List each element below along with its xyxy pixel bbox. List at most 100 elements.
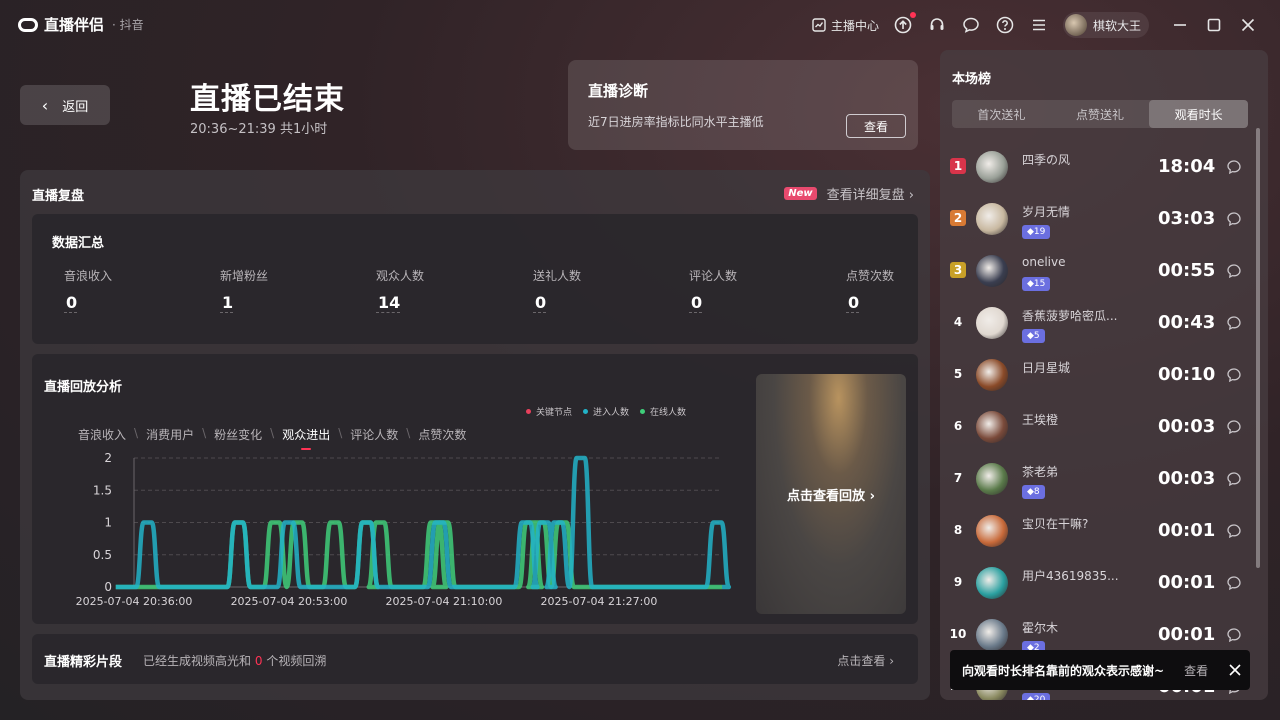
stat-item[interactable]: 点赞次数 0 [846, 267, 894, 313]
detail-review-link[interactable]: New 查看详细复盘 › [784, 184, 914, 203]
viewer-name: 日月星城 [1022, 361, 1071, 375]
diagnosis-view-button[interactable]: 查看 [846, 114, 906, 138]
close-icon[interactable] [1228, 663, 1242, 677]
ranking-row[interactable]: 2 岁月无情 ◆ 19 03:03 [940, 194, 1250, 246]
viewer-avatar[interactable] [976, 255, 1008, 287]
ranking-row[interactable]: 8 宝贝在干嘛? 00:01 [940, 506, 1250, 558]
data-summary-card: 数据汇总 音浪收入 0 新增粉丝 1 观众人数 14 送礼人数 0 评论人数 0… [32, 214, 918, 344]
viewer-avatar[interactable] [976, 151, 1008, 183]
live-time-range: 20:36~21:39 共1小时 [190, 122, 328, 137]
stat-item[interactable]: 送礼人数 0 [533, 267, 581, 313]
chat-icon[interactable] [1226, 315, 1242, 331]
stat-item[interactable]: 音浪收入 0 [64, 267, 112, 313]
help-button[interactable] [995, 15, 1015, 35]
stat-label: 观众人数 [376, 269, 425, 283]
back-button[interactable]: ‹ 返回 [20, 85, 110, 125]
ranking-scrollbar[interactable] [1256, 128, 1260, 568]
chat-icon[interactable] [1226, 419, 1242, 435]
watch-time: 00:01 [1158, 520, 1216, 541]
minimize-button[interactable] [1163, 0, 1197, 50]
viewer-avatar[interactable] [976, 515, 1008, 547]
audience-line-chart: 0 0.5 1 1.5 2 2025-07-04 20:36:00 2025-07-04 2… [76, 451, 732, 608]
viewer-name: 王埃橙 [1022, 413, 1059, 427]
stat-label: 评论人数 [689, 269, 738, 283]
ranking-row[interactable]: 5 日月星城 00:10 [940, 350, 1250, 402]
stat-value: 0 [846, 293, 860, 313]
summary-title: 数据汇总 [52, 236, 105, 251]
upload-button[interactable] [893, 12, 916, 35]
close-icon [1241, 18, 1255, 32]
rank-number: 8 [953, 523, 963, 537]
tab-like-gift[interactable]: 点赞送礼 [1051, 100, 1150, 128]
stat-item[interactable]: 观众人数 14 [376, 267, 424, 313]
viewer-avatar[interactable] [976, 411, 1008, 443]
viewer-name: 茶老弟 [1022, 465, 1059, 479]
watch-time: 00:10 [1158, 364, 1216, 385]
replay-thumb-label: 点击查看回放 › [787, 488, 875, 504]
studio-center-button[interactable]: 主播中心 [812, 17, 879, 34]
rank-number: 4 [953, 315, 963, 329]
viewer-avatar[interactable] [976, 307, 1008, 339]
chat-icon[interactable] [1226, 211, 1242, 227]
ranking-row[interactable]: 1 四季の风 18:04 [940, 142, 1250, 194]
viewer-avatar[interactable] [976, 463, 1008, 495]
close-button[interactable] [1231, 0, 1265, 50]
rank-number: 3 [950, 262, 966, 278]
tab-first-gift[interactable]: 首次送礼 [952, 100, 1051, 128]
stat-value: 0 [64, 293, 78, 313]
chat-icon[interactable] [1226, 627, 1242, 643]
minimize-icon [1174, 24, 1186, 26]
page-title: 直播已结束 [190, 82, 345, 117]
fan-level-badge: ◆ 15 [1022, 277, 1051, 291]
viewer-name: 用户43619835... [1022, 569, 1119, 583]
upload-icon [894, 16, 912, 34]
support-button[interactable] [927, 15, 947, 35]
ranking-row[interactable]: 9 用户43619835... 00:01 [940, 558, 1250, 610]
chat-icon[interactable] [1226, 367, 1242, 383]
menu-button[interactable] [1029, 15, 1049, 35]
chat-icon[interactable] [1226, 575, 1242, 591]
chat-icon[interactable] [1226, 471, 1242, 487]
fan-level-value: 5 [1033, 331, 1040, 341]
diamond-icon: ◆ [1027, 695, 1034, 700]
ranking-tabs: 首次送礼 点赞送礼 观看时长 [952, 100, 1249, 128]
ranking-row[interactable]: 4 香蕉菠萝哈密瓜... ◆ 5 00:43 [940, 298, 1250, 350]
y-tick-label: 0 [104, 580, 112, 594]
stat-label: 送礼人数 [533, 269, 582, 283]
viewer-avatar[interactable] [976, 203, 1008, 235]
fan-level-value: 20 [1033, 695, 1046, 700]
stat-item[interactable]: 新增粉丝 1 [220, 267, 268, 313]
detail-review-label: 查看详细复盘 › [826, 188, 914, 203]
ranking-title: 本场榜 [952, 72, 992, 87]
watch-time: 00:55 [1158, 260, 1216, 281]
viewer-avatar[interactable] [976, 567, 1008, 599]
ranking-row[interactable]: 7 茶老弟 ◆ 8 00:03 [940, 454, 1250, 506]
watch-time: 00:01 [1158, 572, 1216, 593]
rank-number: 10 [949, 627, 967, 641]
messages-button[interactable] [961, 15, 981, 35]
stat-item[interactable]: 评论人数 0 [689, 267, 737, 313]
menu-icon [1032, 19, 1045, 31]
x-tick-label: 2025-07-04 21:27:00 [541, 595, 658, 608]
ranking-row[interactable]: 3 onelive ◆ 15 00:55 [940, 246, 1250, 298]
y-tick-label: 1 [104, 516, 112, 530]
chat-icon[interactable] [1226, 523, 1242, 539]
maximize-button[interactable] [1197, 0, 1231, 50]
notification-dot [909, 12, 916, 18]
viewer-avatar[interactable] [976, 619, 1008, 651]
ranking-row[interactable]: 6 王埃橙 00:03 [940, 402, 1250, 454]
stat-value: 0 [689, 293, 703, 313]
viewer-avatar[interactable] [976, 359, 1008, 391]
user-profile[interactable]: 棋软大王 [1062, 12, 1149, 38]
help-icon [996, 16, 1014, 34]
clips-view-link[interactable]: 点击查看 › [837, 652, 894, 669]
chat-icon[interactable] [1226, 159, 1242, 175]
chat-icon[interactable] [1226, 263, 1242, 279]
user-avatar [1064, 14, 1087, 36]
tab-watch-time[interactable]: 观看时长 [1149, 100, 1249, 128]
fan-level-badge: ◆ 8 [1022, 485, 1045, 499]
toast-view-link[interactable]: 查看 [1184, 662, 1208, 679]
replay-video-thumbnail[interactable]: 点击查看回放 › [756, 374, 906, 614]
app-name: 直播伴侣 [44, 16, 105, 34]
fan-level-value: 19 [1033, 227, 1046, 237]
